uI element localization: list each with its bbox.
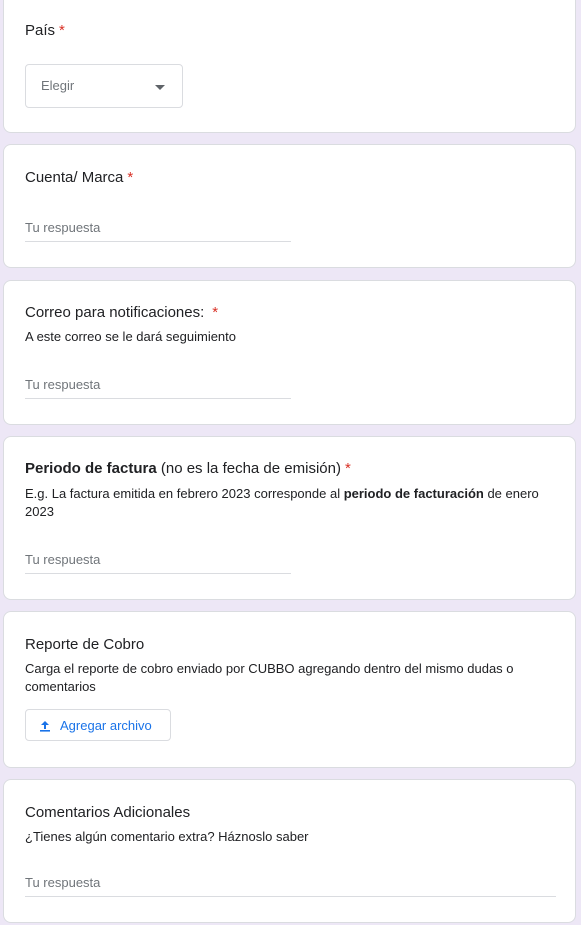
required-asterisk: *: [344, 460, 351, 477]
question-card-pais: País * Elegir: [3, 0, 576, 133]
required-asterisk: *: [212, 304, 219, 321]
add-file-button[interactable]: Agregar archivo: [25, 709, 171, 741]
question-card-cuenta: Cuenta/ Marca *: [3, 144, 576, 268]
question-description: E.g. La factura emitida en febrero 2023 …: [25, 485, 545, 521]
comentarios-input[interactable]: [25, 872, 556, 897]
question-card-comentarios: Comentarios Adicionales ¿Tienes algún co…: [3, 779, 576, 923]
question-title-text: Correo para notificaciones:: [25, 304, 205, 321]
question-card-reporte: Reporte de Cobro Carga el reporte de cob…: [3, 611, 576, 768]
upload-icon: [40, 721, 50, 732]
question-title: Reporte de Cobro: [25, 636, 145, 653]
question-title: Correo para notificaciones: *: [25, 303, 218, 323]
cuenta-input[interactable]: [25, 217, 291, 242]
caret-down-icon: [155, 85, 165, 90]
question-title: Comentarios Adicionales: [25, 804, 191, 821]
periodo-input[interactable]: [25, 549, 291, 574]
required-asterisk: *: [127, 169, 134, 186]
question-title: Periodo de factura (no es la fecha de em…: [25, 459, 351, 479]
description-start: E.g. La factura emitida en febrero 2023 …: [25, 486, 344, 501]
add-file-label: Agregar archivo: [60, 718, 152, 733]
question-title-rest: (no es la fecha de emisión): [156, 460, 341, 477]
correo-input[interactable]: [25, 374, 291, 399]
country-dropdown[interactable]: Elegir: [25, 64, 183, 108]
question-title-text: País: [25, 22, 56, 39]
required-asterisk: *: [59, 22, 65, 39]
question-description: Carga el reporte de cobro enviado por CU…: [25, 661, 514, 694]
question-description: A este correo se le dará seguimiento: [25, 329, 237, 344]
question-title-bold: Periodo de factura: [25, 460, 157, 477]
question-title-text: Cuenta/ Marca: [25, 169, 124, 186]
question-card-periodo: Periodo de factura (no es la fecha de em…: [3, 436, 576, 600]
description-bold: periodo de facturación: [343, 486, 484, 501]
dropdown-value: Elegir: [41, 78, 75, 93]
question-title: Cuenta/ Marca *: [25, 168, 133, 188]
question-title: País *: [25, 21, 65, 41]
question-card-correo: Correo para notificaciones: * A este corr…: [3, 280, 576, 425]
question-description: ¿Tienes algún comentario extra? Háznoslo…: [25, 829, 309, 844]
